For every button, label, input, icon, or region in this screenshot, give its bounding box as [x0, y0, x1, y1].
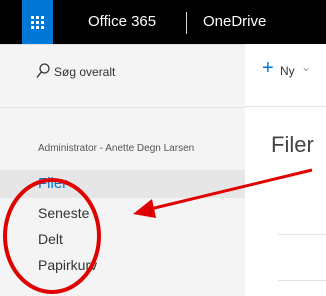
main-content: + Ny ⌄ Filer — [245, 44, 326, 296]
nav-item-label: Delt — [38, 231, 63, 247]
list-divider — [278, 234, 326, 235]
suite-bar: Office 365 OneDrive — [0, 0, 326, 44]
suite-title[interactable]: Office 365 — [88, 0, 156, 44]
search-label: Søg overalt — [54, 65, 116, 79]
nav-item-seneste[interactable]: Seneste — [0, 200, 245, 228]
list-divider — [278, 280, 326, 281]
nav-item-filer[interactable]: Filer — [0, 170, 245, 198]
search-icon — [36, 63, 50, 78]
left-nav: Søg overalt Administrator - Anette Degn … — [0, 44, 245, 296]
nav-item-papirkurv[interactable]: Papirkurv — [0, 252, 245, 280]
nav-item-label: Filer — [38, 175, 68, 192]
command-bar: + Ny ⌄ — [245, 44, 326, 107]
app-title[interactable]: OneDrive — [203, 0, 266, 44]
app-launcher-icon[interactable] — [22, 0, 53, 44]
nav-item-label: Papirkurv — [38, 257, 98, 273]
plus-icon[interactable]: + — [262, 57, 274, 80]
suite-divider — [186, 12, 187, 34]
page-title: Filer — [271, 132, 314, 157]
nav-item-label: Seneste — [38, 205, 90, 221]
chevron-down-icon[interactable]: ⌄ — [301, 60, 311, 74]
nav-item-delt[interactable]: Delt — [0, 226, 245, 254]
user-name: Administrator - Anette Degn Larsen — [38, 143, 195, 154]
new-button[interactable]: Ny — [280, 64, 295, 78]
search-box[interactable]: Søg overalt — [0, 45, 245, 108]
